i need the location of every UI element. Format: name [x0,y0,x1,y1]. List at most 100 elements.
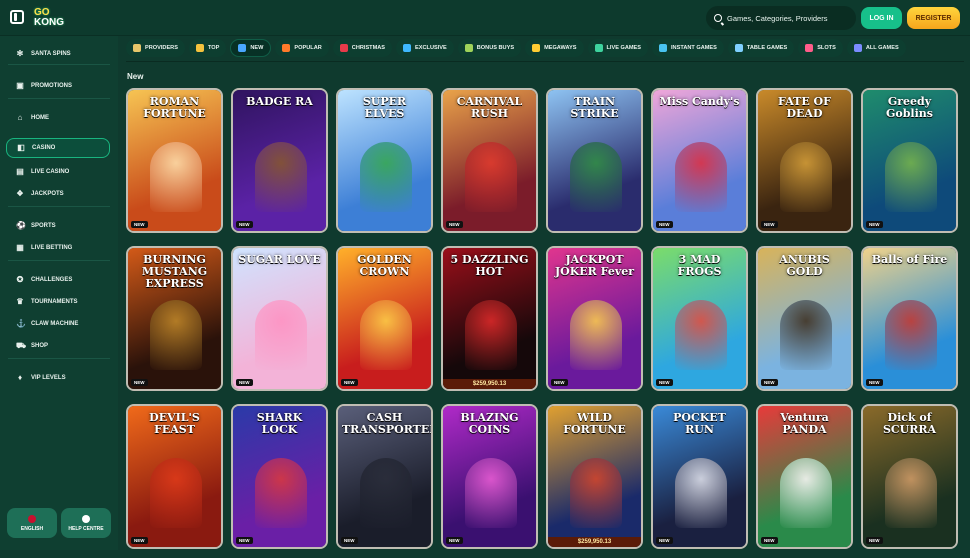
game-title: TRAIN STRIKE [570,95,619,120]
tab-label: BONUS BUYS [476,45,515,51]
search-input[interactable]: Games, Categories, Providers [706,6,856,30]
tab-exclusive[interactable]: EXCLUSIVE [396,39,454,57]
sidebar-item-challenges[interactable]: ✪ CHALLENGES [6,270,110,290]
sidebar-item-claw-machine[interactable]: ⚓ CLAW MACHINE [6,314,110,334]
help-centre-button[interactable]: HELP CENTRE [61,508,111,538]
live-betting-icon: ▦ [16,243,24,252]
tab-label: CHRISTMAS [351,45,386,51]
tab-popular[interactable]: POPULAR [275,39,329,57]
sidebar-item-label: CLAW MACHINE [31,321,79,327]
game-title: 5 DAZZLING HOT [450,253,529,278]
tab-all-games[interactable]: ALL GAMES [846,39,906,57]
tab-label: NEW [250,45,264,51]
sidebar-item-label: LIVE BETTING [31,245,73,251]
game-tile[interactable]: GOLDEN CROWN NEW [336,246,433,391]
language-button[interactable]: ENGLISH [7,508,57,538]
game-tile[interactable]: BURNING MUSTANG EXPRESS NEW [126,246,223,391]
sidebar-item-home[interactable]: ⌂ HOME [6,108,110,128]
game-tile[interactable]: Dick of SCURRA NEW [861,404,958,549]
sidebar-item-sports[interactable]: ⚽ SPORTS [6,216,110,236]
sidebar-divider [8,260,110,261]
game-tile[interactable]: Greedy Goblins NEW [861,88,958,233]
game-tile[interactable]: TRAIN STRIKE [546,88,643,233]
game-tile[interactable]: POCKET RUN NEW [651,404,748,549]
game-title: SUPER ELVES [362,95,407,120]
game-tile[interactable]: BADGE RA NEW [231,88,328,233]
sidebar-item-live-betting[interactable]: ▦ LIVE BETTING [6,238,110,258]
game-character [780,142,832,212]
game-character [570,300,622,370]
game-title: Ventura PANDA [780,411,829,436]
logo[interactable]: GO KONG [34,4,70,32]
sidebar-item-live-casino[interactable]: ▤ LIVE CASINO [6,162,110,182]
tab-instant-games[interactable]: INSTANT GAMES [652,39,724,57]
sidebar-item-promotions[interactable]: ▣ PROMOTIONS [6,76,110,96]
sidebar-divider [8,358,110,359]
challenges-icon: ✪ [16,275,24,284]
game-tile[interactable]: JACKPOT JOKER Fever NEW [546,246,643,391]
register-button[interactable]: REGISTER [907,7,960,29]
tab-label: TABLE GAMES [746,45,788,51]
game-tile[interactable]: Balls of Fire NEW [861,246,958,391]
game-tile[interactable]: CASH TRANSPORTER NEW [336,404,433,549]
sidebar-item-shop[interactable]: ⛟ SHOP [6,336,110,356]
sidebar-toggle-icon[interactable] [10,10,24,24]
tab-live-games[interactable]: LIVE GAMES [587,39,648,57]
new-badge: NEW [446,221,463,228]
tab-new[interactable]: NEW [230,39,272,57]
game-tile[interactable]: SUPER ELVES [336,88,433,233]
tab-christmas[interactable]: CHRISTMAS [332,39,393,57]
sidebar-item-santa-spins[interactable]: ✻ SANTA SPINS [6,44,110,64]
tab-providers[interactable]: PROVIDERS [126,39,185,57]
tab-icon [133,44,141,52]
sidebar-item-label: SANTA SPINS [31,51,71,57]
sidebar-item-tournaments[interactable]: ♛ TOURNAMENTS [6,292,110,312]
game-tile[interactable]: CARNIVAL RUSH NEW [441,88,538,233]
sidebar-item-jackpots[interactable]: ❖ JACKPOTS [6,184,110,204]
tab-icon [532,44,541,52]
search-placeholder: Games, Categories, Providers [727,13,828,23]
tab-icon [282,44,291,52]
shop-icon: ⛟ [16,341,27,350]
game-character [885,300,937,370]
tab-bonus-buys[interactable]: BONUS BUYS [457,39,522,57]
game-tile[interactable]: WILD FORTUNE $259,950.13 [546,404,643,549]
game-tile[interactable]: SHARK LOCK NEW [231,404,328,549]
game-character [150,458,202,528]
vip-icon: ♦ [17,373,23,382]
game-tile[interactable]: Ventura PANDA NEW [756,404,853,549]
game-character [780,458,832,528]
game-tile[interactable]: Miss Candy's NEW [651,88,748,233]
sidebar-item-vip-levels[interactable]: ♦ VIP LEVELS [6,368,110,388]
new-badge: NEW [131,537,148,544]
game-title: Greedy Goblins [886,95,933,120]
tab-table-games[interactable]: TABLE GAMES [727,39,795,57]
new-badge: NEW [446,537,463,544]
game-tile[interactable]: 5 DAZZLING HOT $259,950.13 [441,246,538,391]
game-character [360,458,412,528]
tournaments-icon: ♛ [16,297,24,306]
tab-label: EXCLUSIVE [415,45,447,51]
tab-slots[interactable]: SLOTS [798,39,843,57]
game-tile[interactable]: ANUBIS GOLD NEW [756,246,853,391]
tab-top[interactable]: TOP [188,39,227,57]
tab-megaways[interactable]: MEGAWAYS [525,39,584,57]
sidebar-item-casino[interactable]: ◧ CASINO [6,138,110,158]
game-title: WILD FORTUNE [563,411,626,436]
game-tile[interactable]: ROMAN FORTUNE NEW [126,88,223,233]
game-tile[interactable]: DEVIL'S FEAST NEW [126,404,223,549]
game-tile[interactable]: BLAZING COINS NEW [441,404,538,549]
game-tile[interactable]: 3 MAD FROGS NEW [651,246,748,391]
game-title: SUGAR LOVE [238,253,321,266]
tab-icon [594,44,603,52]
game-tile[interactable]: SUGAR LOVE NEW [231,246,328,391]
game-tile[interactable]: FATE OF DEAD NEW [756,88,853,233]
new-badge: NEW [341,537,358,544]
gift-icon: ▣ [16,81,24,90]
sidebar-item-label: LIVE CASINO [31,169,70,175]
tab-icon [464,44,473,52]
tab-label: PROVIDERS [145,45,178,51]
tab-icon [339,44,348,52]
new-badge: NEW [656,537,673,544]
login-button[interactable]: LOG IN [861,7,902,29]
